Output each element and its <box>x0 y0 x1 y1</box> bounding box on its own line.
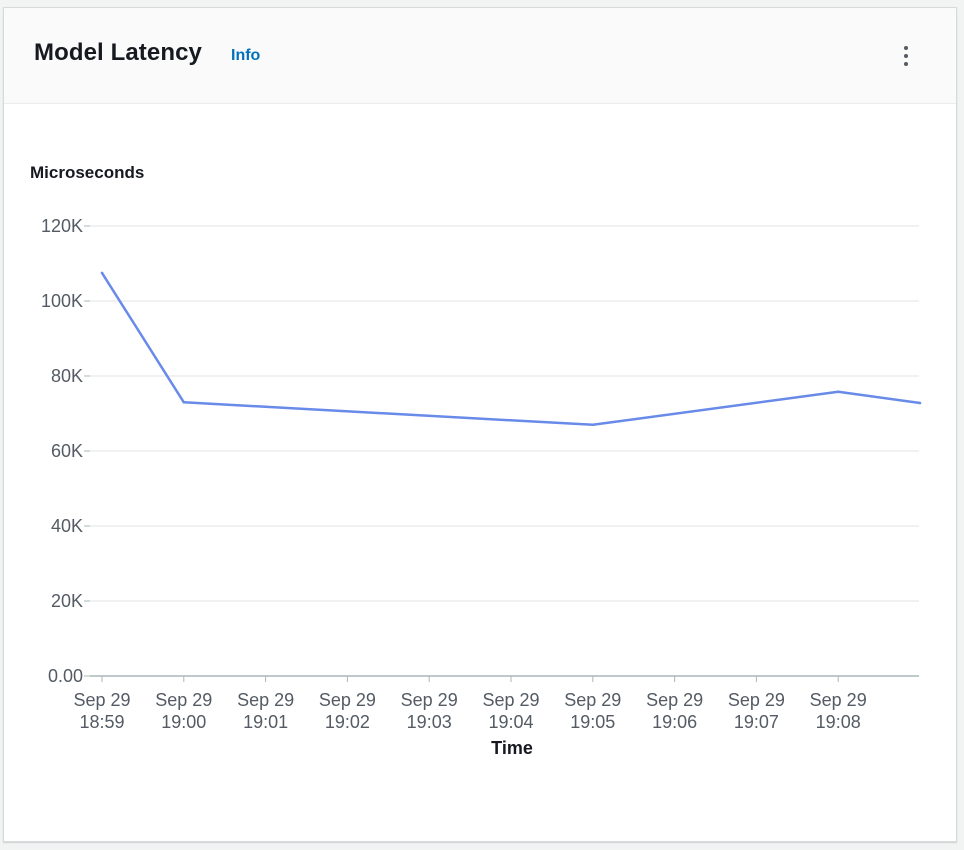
y-tick-label: 0.00 <box>48 666 83 686</box>
x-tick-date-label: Sep 29 <box>810 690 867 710</box>
x-tick-date-label: Sep 29 <box>728 690 785 710</box>
x-tick-time-label: 19:05 <box>570 712 615 732</box>
x-tick-time-label: 19:04 <box>488 712 533 732</box>
data-point[interactable] <box>918 401 922 405</box>
x-tick-time-label: 18:59 <box>79 712 124 732</box>
x-tick-date-label: Sep 29 <box>319 690 376 710</box>
y-tick-label: 100K <box>41 291 83 311</box>
y-tick-label: 20K <box>51 591 83 611</box>
x-tick-date-label: Sep 29 <box>73 690 130 710</box>
y-tick-label: 60K <box>51 441 83 461</box>
x-tick-time-label: 19:01 <box>243 712 288 732</box>
x-tick-time-label: 19:02 <box>325 712 370 732</box>
x-tick-date-label: Sep 29 <box>237 690 294 710</box>
x-tick-date-label: Sep 29 <box>646 690 703 710</box>
data-point[interactable] <box>591 423 595 427</box>
x-tick-time-label: 19:08 <box>816 712 861 732</box>
data-point[interactable] <box>182 400 186 404</box>
x-tick-date-label: Sep 29 <box>401 690 458 710</box>
x-tick-date-label: Sep 29 <box>155 690 212 710</box>
data-point[interactable] <box>100 271 104 275</box>
x-tick-time-label: 19:06 <box>652 712 697 732</box>
x-tick-time-label: 19:03 <box>407 712 452 732</box>
y-tick-label: 80K <box>51 366 83 386</box>
y-tick-label: 40K <box>51 516 83 536</box>
x-tick-time-label: 19:00 <box>161 712 206 732</box>
series-line[interactable] <box>100 272 921 427</box>
data-point[interactable] <box>836 390 840 394</box>
y-tick-label: 120K <box>41 216 83 236</box>
x-tick-date-label: Sep 29 <box>564 690 621 710</box>
latency-line-chart: 0.0020K40K60K80K100K120KSep 2918:59Sep 2… <box>41 216 922 732</box>
x-tick-time-label: 19:07 <box>734 712 779 732</box>
x-tick-date-label: Sep 29 <box>482 690 539 710</box>
